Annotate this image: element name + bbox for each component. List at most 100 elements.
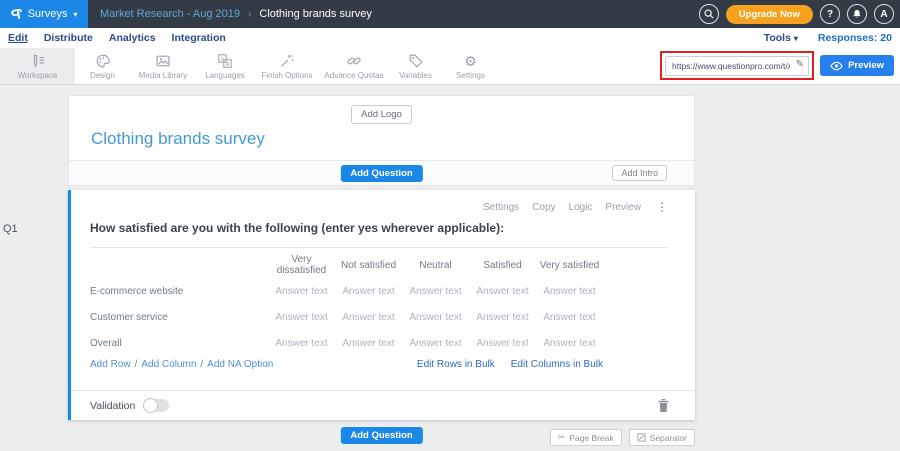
account-avatar[interactable]: A	[874, 4, 894, 24]
answer-cell[interactable]: Answer text	[335, 286, 402, 297]
row-label[interactable]: Overall	[90, 338, 268, 349]
breadcrumb-folder-link[interactable]: Market Research - Aug 2019	[100, 8, 240, 20]
answer-cell[interactable]: Answer text	[268, 338, 335, 349]
tools-dropdown[interactable]: Tools ▾	[764, 32, 798, 44]
toolbar-item-workspace[interactable]: Workspace	[0, 48, 75, 84]
column-header[interactable]: Not satisfied	[335, 260, 402, 271]
answer-cell[interactable]: Answer text	[469, 312, 536, 323]
answer-cell[interactable]: Answer text	[268, 312, 335, 323]
responses-count-link[interactable]: Responses: 20	[818, 32, 892, 44]
add-na-option-link[interactable]: Add NA Option	[207, 359, 273, 370]
answer-cell[interactable]: Answer text	[335, 312, 402, 323]
workspace-icon	[30, 53, 46, 69]
question-logic-link[interactable]: Logic	[569, 202, 593, 213]
separator-button[interactable]: Separator	[629, 429, 695, 446]
delete-question-button[interactable]	[657, 398, 670, 414]
survey-header-card: Add Logo Clothing brands survey Add Ques…	[68, 95, 695, 186]
answer-cell[interactable]: Answer text	[268, 286, 335, 297]
table-edit-links: Add Row / Add Column / Add NA Option Edi…	[90, 359, 603, 370]
toolbar-item-variables[interactable]: Variables	[388, 48, 443, 84]
toolbar-item-design[interactable]: Design	[75, 48, 130, 84]
notifications-button[interactable]	[847, 4, 867, 24]
nav-tabs: Edit Distribute Analytics Integration	[8, 32, 226, 44]
bell-icon	[851, 8, 863, 20]
validation-row: Validation	[71, 390, 695, 420]
breadcrumb-separator: ›	[248, 9, 251, 20]
validation-toggle[interactable]	[143, 399, 169, 412]
help-button[interactable]: ?	[820, 4, 840, 24]
chevron-down-icon: ▾	[794, 34, 798, 43]
answer-cell[interactable]: Answer text	[402, 338, 469, 349]
tab-edit[interactable]: Edit	[8, 32, 28, 44]
link-separator: /	[200, 359, 203, 370]
trash-icon	[657, 398, 670, 413]
tab-integration[interactable]: Integration	[172, 32, 226, 44]
add-column-link[interactable]: Add Column	[141, 359, 196, 370]
eye-icon	[830, 61, 843, 71]
toolbar-item-advance-quotas[interactable]: Advance Quotas	[320, 48, 388, 84]
edit-columns-in-bulk-link[interactable]: Edit Columns in Bulk	[511, 359, 603, 370]
surveys-product-menu[interactable]: Ƥ Surveys ▾	[0, 0, 88, 28]
more-options-icon[interactable]: ⋮	[656, 200, 668, 214]
answer-cell[interactable]: Answer text	[469, 338, 536, 349]
share-url-annotation-box: ✎	[660, 51, 814, 80]
column-header[interactable]: Very dissatisfied	[268, 254, 335, 276]
gear-icon: ⚙	[464, 53, 477, 69]
toolbar-item-settings[interactable]: ⚙ Settings	[443, 48, 498, 84]
add-question-button-top[interactable]: Add Question	[340, 165, 422, 182]
answer-cell[interactable]: Answer text	[335, 338, 402, 349]
bulk-links: Edit Rows in Bulk Edit Columns in Bulk	[417, 359, 603, 370]
toolbar-item-finish-options[interactable]: Finish Options	[254, 48, 320, 84]
answer-cell[interactable]: Answer text	[536, 338, 603, 349]
matrix-row: Customer service Answer text Answer text…	[90, 304, 695, 330]
add-row-link[interactable]: Add Row	[90, 359, 131, 370]
question-settings-link[interactable]: Settings	[483, 202, 519, 213]
toolbar-item-languages[interactable]: aA Languages	[196, 48, 254, 84]
answer-cell[interactable]: Answer text	[402, 286, 469, 297]
edit-rows-in-bulk-link[interactable]: Edit Rows in Bulk	[417, 359, 495, 370]
add-logo-button[interactable]: Add Logo	[351, 105, 412, 124]
section-navbar: Edit Distribute Analytics Integration To…	[0, 28, 900, 48]
search-button[interactable]	[699, 4, 719, 24]
footer-right-buttons: ✂ Page Break Separator	[550, 429, 695, 446]
edit-toolbar: Workspace Design Media Library aA Langua…	[0, 48, 900, 85]
add-intro-button[interactable]: Add Intro	[612, 165, 667, 181]
tab-analytics[interactable]: Analytics	[109, 32, 156, 44]
answer-cell[interactable]: Answer text	[536, 286, 603, 297]
question-text[interactable]: How satisfied are you with the following…	[90, 221, 668, 248]
preview-button[interactable]: Preview	[820, 55, 894, 76]
question-menu: Settings Copy Logic Preview ⋮	[71, 190, 695, 214]
add-block-strip: Add Question ✂ Page Break Separator	[68, 425, 695, 449]
page-break-button[interactable]: ✂ Page Break	[550, 429, 622, 446]
matrix-row: E-commerce website Answer text Answer te…	[90, 278, 695, 304]
toolbar-item-media-library[interactable]: Media Library	[130, 48, 196, 84]
question-mark-icon: ?	[827, 9, 833, 20]
column-header[interactable]: Satisfied	[469, 260, 536, 271]
chevron-down-icon: ▾	[73, 10, 77, 19]
column-header[interactable]: Very satisfied	[536, 260, 603, 271]
upgrade-now-button[interactable]: Upgrade Now	[726, 5, 813, 24]
image-icon	[155, 53, 171, 69]
tab-distribute[interactable]: Distribute	[44, 32, 93, 44]
question-copy-link[interactable]: Copy	[532, 202, 555, 213]
topbar-actions: Upgrade Now ? A	[699, 4, 900, 24]
row-label[interactable]: E-commerce website	[90, 286, 268, 297]
validation-label: Validation	[90, 400, 135, 412]
magic-wand-icon	[279, 53, 295, 69]
question-preview-link[interactable]: Preview	[605, 202, 641, 213]
answer-cell[interactable]: Answer text	[402, 312, 469, 323]
row-label[interactable]: Customer service	[90, 312, 268, 323]
add-links: Add Row / Add Column / Add NA Option	[90, 359, 273, 370]
survey-title[interactable]: Clothing brands survey	[91, 129, 265, 149]
answer-cell[interactable]: Answer text	[536, 312, 603, 323]
share-url-input[interactable]	[665, 56, 809, 76]
survey-editor-canvas: Q1 Add Logo Clothing brands survey Add Q…	[0, 85, 900, 451]
toggle-knob	[143, 398, 158, 413]
column-header[interactable]: Neutral	[402, 260, 469, 271]
answer-cell[interactable]: Answer text	[469, 286, 536, 297]
tag-icon	[408, 53, 424, 69]
question-number-label: Q1	[3, 223, 18, 235]
matrix-header-row: Very dissatisfied Not satisfied Neutral …	[90, 252, 695, 278]
add-question-button-bottom[interactable]: Add Question	[340, 427, 422, 444]
edit-url-pencil-icon[interactable]: ✎	[796, 59, 804, 70]
